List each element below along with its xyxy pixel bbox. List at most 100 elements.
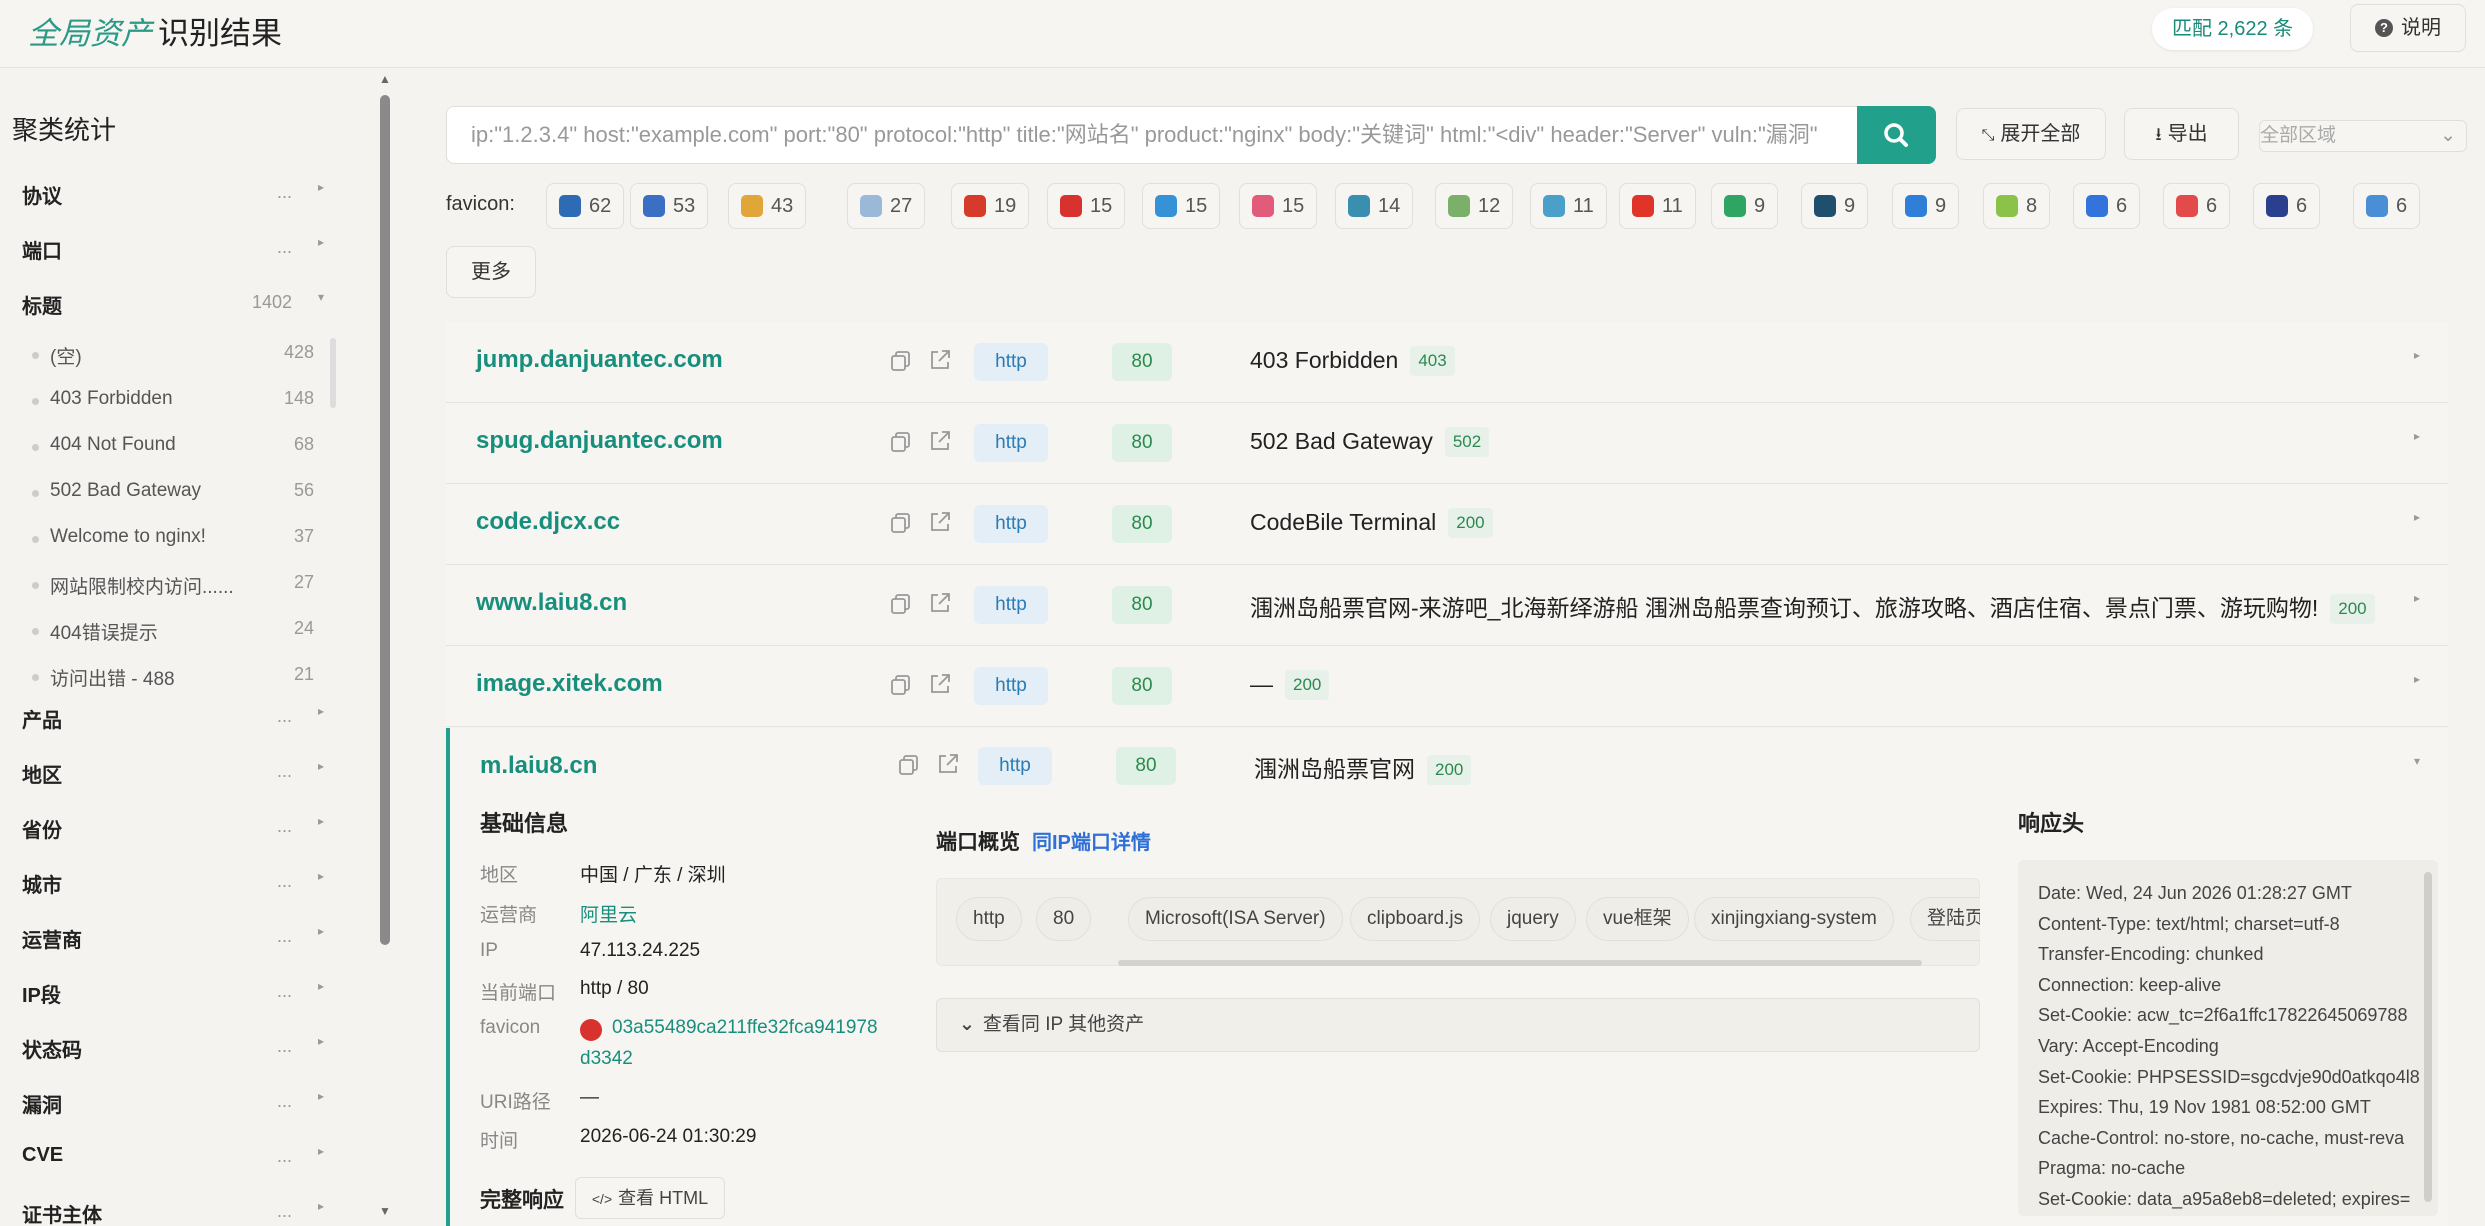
scroll-up-icon[interactable]: ▲ [378,72,392,86]
favicon-filter-chip[interactable]: 6 [2163,183,2231,229]
favicon-filter-chip[interactable]: 8 [1983,183,2051,229]
bullet-icon [32,582,39,589]
sidebar-category-product[interactable]: 产品... ▸ [22,704,332,744]
expand-all-button[interactable]: ⤡ 展开全部 [1956,108,2106,160]
category-count: ... [276,761,292,781]
sidebar-category-title[interactable]: 标题 1402 ▾ [22,290,332,330]
view-html-button[interactable]: </> 查看 HTML [575,1177,725,1219]
favicon-filter-chip[interactable]: 9 [1801,183,1869,229]
copy-icon[interactable] [890,674,912,696]
result-host-link[interactable]: spug.danjuantec.com [476,427,723,455]
region-select[interactable]: 全部区域 ⌄ [2259,120,2467,152]
result-row[interactable]: image.xitek.com http 80 — 200 ▸ [446,646,2448,727]
favicon-filter-chip[interactable]: 14 [1335,183,1414,229]
title-item[interactable]: Welcome to nginx! 37 [32,526,314,562]
copy-icon[interactable] [890,431,912,453]
favicon-filter-chip[interactable]: 6 [2073,183,2141,229]
favicon-filter-chip[interactable]: 27 [847,183,926,229]
category-label: 地区 [22,765,62,787]
result-row[interactable]: jump.danjuantec.com http 80 403 Forbidden 40… [446,322,2448,403]
external-link-icon[interactable] [936,752,960,776]
result-host-link[interactable]: jump.danjuantec.com [476,346,723,374]
tech-scrollbar[interactable] [1118,960,1922,966]
favicon-filter-chip[interactable]: 15 [1239,183,1318,229]
more-favicons-button[interactable]: 更多 [446,246,536,298]
favicon-icon [643,195,665,217]
favicon-filter-chip[interactable]: 11 [1530,183,1607,229]
category-label: 漏洞 [22,1095,62,1117]
favicon-filter-chip[interactable]: 9 [1711,183,1779,229]
caret-right-icon[interactable]: ▸ [2414,510,2420,524]
result-host-link[interactable]: www.laiu8.cn [476,589,627,617]
sidebar-category-port[interactable]: 端口... ▸ [22,235,332,275]
favicon-filter-chip[interactable]: 43 [728,183,807,229]
result-row[interactable]: www.laiu8.cn http 80 涠洲岛船票官网-来游吧_北海新绎游船 涠洲岛… [446,565,2448,646]
external-link-icon[interactable] [928,672,952,696]
result-host-link[interactable]: code.djcx.cc [476,508,620,536]
caret-right-icon[interactable]: ▸ [2414,348,2420,362]
copy-icon[interactable] [898,754,920,776]
sidebar-category-region[interactable]: 地区... ▸ [22,759,332,799]
external-link-icon[interactable] [928,510,952,534]
copy-icon[interactable] [890,512,912,534]
favicon-icon [2176,195,2198,217]
favicon-filter-chip[interactable]: 62 [546,183,625,229]
title-item[interactable]: 502 Bad Gateway 56 [32,480,314,516]
favicon-filter-chip[interactable]: 6 [2353,183,2421,229]
search-button[interactable] [1857,106,1936,164]
favicon-filter-chip[interactable]: 12 [1435,183,1514,229]
favicon-hash-value-cont[interactable]: d3342 [580,1048,633,1070]
title-item[interactable]: (空) 428 [32,342,314,378]
caret-right-icon[interactable]: ▸ [2414,591,2420,605]
sidebar-scrollbar[interactable] [380,95,390,945]
sidebar-category-protocol[interactable]: 协议... ▸ [22,180,332,220]
copy-icon[interactable] [890,350,912,372]
favicon-hash-value[interactable]: 03a55489ca211ffe32fca941978 [612,1017,878,1039]
same-ip-port-link[interactable]: 同IP端口详情 [1032,826,1151,855]
external-link-icon[interactable] [928,348,952,372]
isp-value[interactable]: 阿里云 [580,900,637,927]
favicon-filter-chip[interactable]: 11 [1619,183,1696,229]
category-count: ... [276,1201,292,1221]
title-list-scrollbar[interactable] [330,338,336,408]
title-item[interactable]: 网站限制校内访问...... 27 [32,572,314,608]
copy-icon[interactable] [890,593,912,615]
favicon-filter-chip[interactable]: 6 [2253,183,2321,229]
favicon-filter-chip[interactable]: 9 [1892,183,1960,229]
sidebar-category-ip-segment[interactable]: IP段... ▸ [22,979,332,1019]
title-item[interactable]: 访问出错 - 488 21 [32,664,314,700]
favicon-filter-chip[interactable]: 15 [1047,183,1126,229]
favicon-count: 6 [2296,195,2308,217]
favicon-filter-chip[interactable]: 53 [630,183,709,229]
search-input[interactable]: ip:"1.2.3.4" host:"example.com" port:"80… [446,106,1858,164]
sidebar-category-isp[interactable]: 运营商... ▸ [22,924,332,964]
sidebar-category-status-code[interactable]: 状态码... ▸ [22,1034,332,1074]
headers-scrollbar[interactable] [2424,872,2432,1202]
sidebar-category-vuln[interactable]: 漏洞... ▸ [22,1089,332,1129]
export-button[interactable]: ⭳ 导出 [2124,108,2239,160]
sidebar-category-cert-subject[interactable]: 证书主体... ▸ [22,1199,332,1226]
external-link-icon[interactable] [928,429,952,453]
title-item[interactable]: 403 Forbidden 148 [32,388,314,424]
favicon-filter-chip[interactable]: 19 [951,183,1030,229]
favicon-filter-chip[interactable]: 15 [1142,183,1221,229]
tech-pill-scroller[interactable]: Microsoft(ISA Server) clipboard.js jquer… [1112,878,1980,966]
external-link-icon[interactable] [928,591,952,615]
caret-down-icon[interactable]: ▾ [2414,754,2420,768]
caret-right-icon[interactable]: ▸ [2414,429,2420,443]
same-ip-assets-toggle[interactable]: ⌄ 查看同 IP 其他资产 [936,998,1980,1052]
caret-right-icon[interactable]: ▸ [2414,672,2420,686]
result-host-link[interactable]: image.xitek.com [476,670,663,698]
protocol-pill: http [956,897,1022,941]
response-headers-box[interactable]: Date: Wed, 24 Jun 2026 01:28:27 GMT Conte… [2018,860,2438,1216]
sidebar-category-province[interactable]: 省份... ▸ [22,814,332,854]
sidebar-category-cve[interactable]: CVE... ▸ [22,1144,332,1184]
result-row[interactable]: code.djcx.cc http 80 CodeBile Terminal 200 ▸ [446,484,2448,565]
sidebar-category-city[interactable]: 城市... ▸ [22,869,332,909]
result-row[interactable]: spug.danjuantec.com http 80 502 Bad Gateway… [446,403,2448,484]
title-item[interactable]: 404错误提示 24 [32,618,314,654]
result-host-link[interactable]: m.laiu8.cn [480,752,597,780]
title-item[interactable]: 404 Not Found 68 [32,434,314,470]
scroll-down-icon[interactable]: ▼ [378,1204,392,1218]
help-button[interactable]: ? 说明 [2350,4,2466,52]
